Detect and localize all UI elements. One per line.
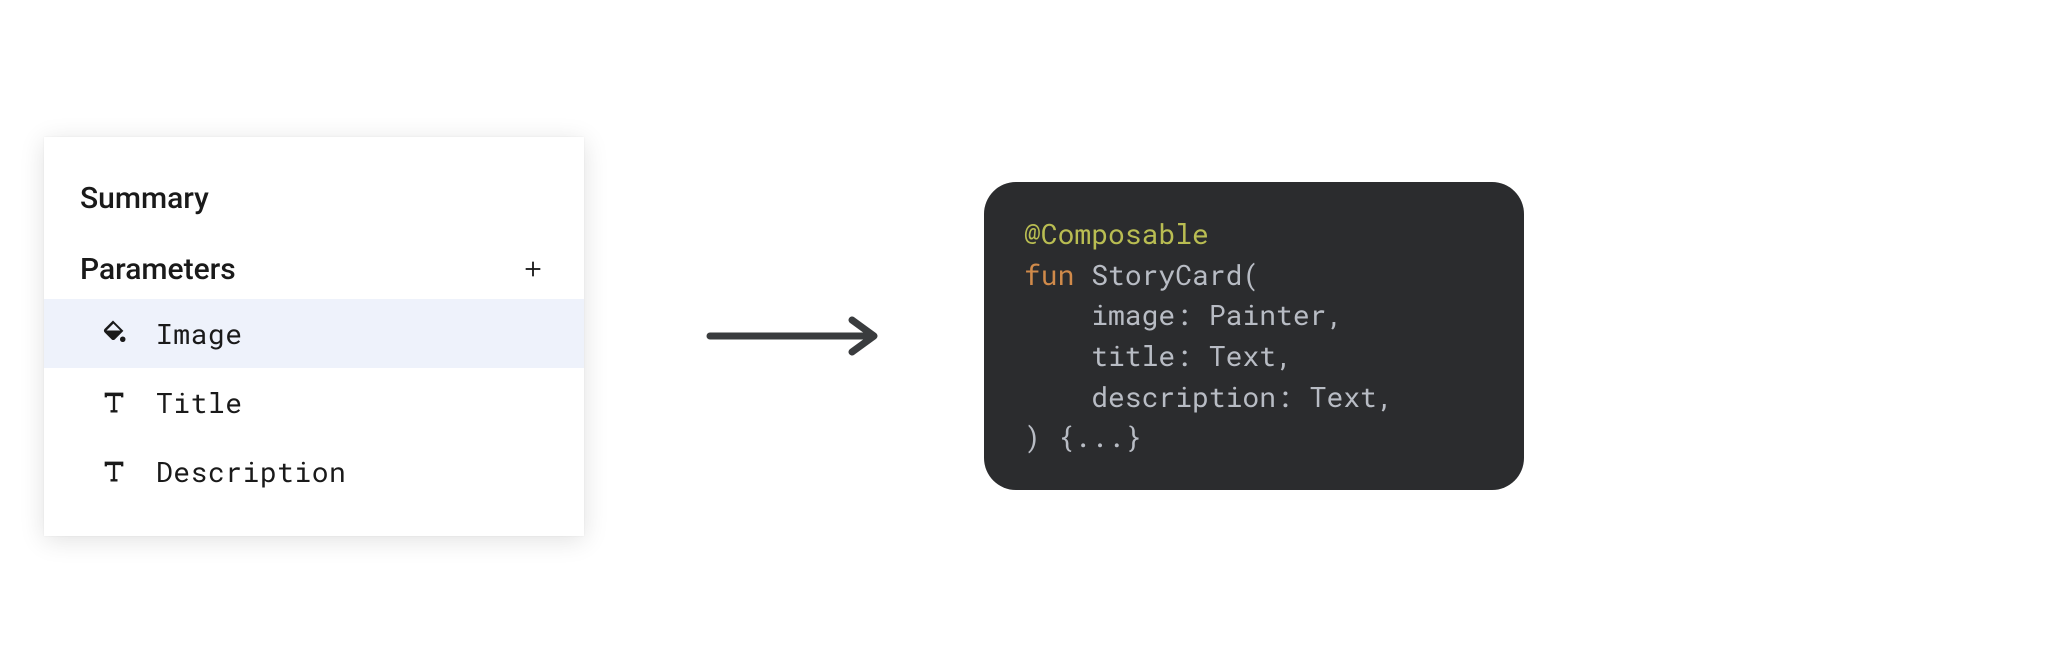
code-line: @Composable <box>1024 214 1484 255</box>
parameter-row-description[interactable]: Description <box>44 437 584 506</box>
parameter-row-title[interactable]: Title <box>44 368 584 437</box>
code-param: image: Painter, <box>1091 296 1343 333</box>
code-line: title: Text, <box>1024 336 1484 377</box>
code-line: fun StoryCard( <box>1024 255 1484 296</box>
code-block: @Composable fun StoryCard( image: Painte… <box>984 182 1524 490</box>
parameter-label: Title <box>156 384 243 421</box>
parameters-section-label: Parameters <box>80 252 236 287</box>
plus-icon <box>522 258 544 280</box>
add-parameter-button[interactable] <box>518 254 548 284</box>
code-line: image: Painter, <box>1024 295 1484 336</box>
code-func-name: StoryCard( <box>1091 256 1259 293</box>
code-param: title: Text, <box>1091 337 1293 374</box>
code-keyword: fun <box>1024 256 1074 293</box>
code-line: description: Text, <box>1024 377 1484 418</box>
panel-title-summary: Summary <box>44 165 584 236</box>
code-line: ) {...} <box>1024 417 1484 458</box>
parameters-panel: Summary Parameters Image Title <box>44 137 584 536</box>
parameters-section-header: Parameters <box>44 236 584 299</box>
parameter-label: Image <box>156 315 243 352</box>
arrow-right-icon <box>704 316 884 356</box>
code-closing: ) {...} <box>1024 418 1142 455</box>
parameter-label: Description <box>156 453 346 490</box>
arrow-right <box>704 316 884 356</box>
code-annotation: @Composable <box>1024 215 1209 252</box>
text-t-icon <box>98 455 130 487</box>
text-t-icon <box>98 386 130 418</box>
paint-bucket-icon <box>98 317 130 349</box>
code-param: description: Text, <box>1091 378 1393 415</box>
parameter-row-image[interactable]: Image <box>44 299 584 368</box>
